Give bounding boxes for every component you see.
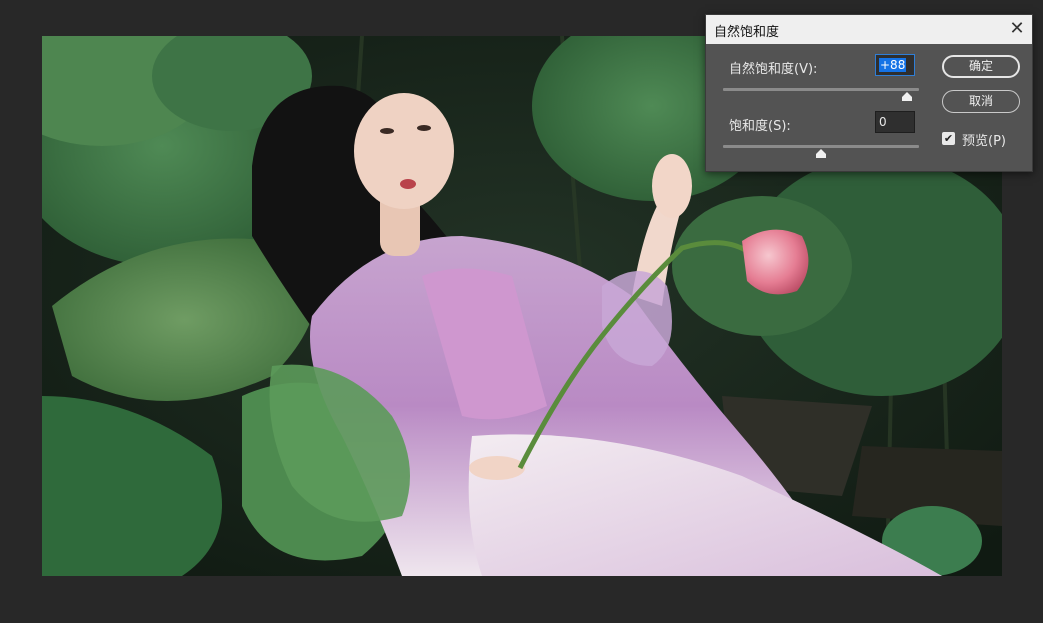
- saturation-label: 饱和度(S):: [729, 119, 791, 134]
- vibrance-input[interactable]: +88: [875, 54, 915, 76]
- dialog-titlebar[interactable]: 自然饱和度 ✕: [706, 15, 1032, 44]
- saturation-value: 0: [879, 115, 887, 129]
- check-icon: ✔: [943, 132, 954, 145]
- saturation-slider-track[interactable]: [723, 145, 919, 148]
- close-icon[interactable]: ✕: [1006, 19, 1028, 41]
- ok-button[interactable]: 确定: [942, 55, 1020, 78]
- dialog-title: 自然饱和度: [714, 25, 780, 40]
- vibrance-value: +88: [879, 58, 907, 72]
- saturation-input[interactable]: 0: [875, 111, 915, 133]
- vibrance-label: 自然饱和度(V):: [729, 62, 818, 77]
- preview-label: 预览(P): [962, 134, 1006, 149]
- cancel-button[interactable]: 取消: [942, 90, 1020, 113]
- preview-checkbox[interactable]: ✔: [942, 132, 955, 145]
- vibrance-slider-track[interactable]: [723, 88, 919, 91]
- vibrance-dialog: 自然饱和度 ✕ 自然饱和度(V): +88 饱和度(S): 0 确定 取消 ✔ …: [705, 14, 1033, 172]
